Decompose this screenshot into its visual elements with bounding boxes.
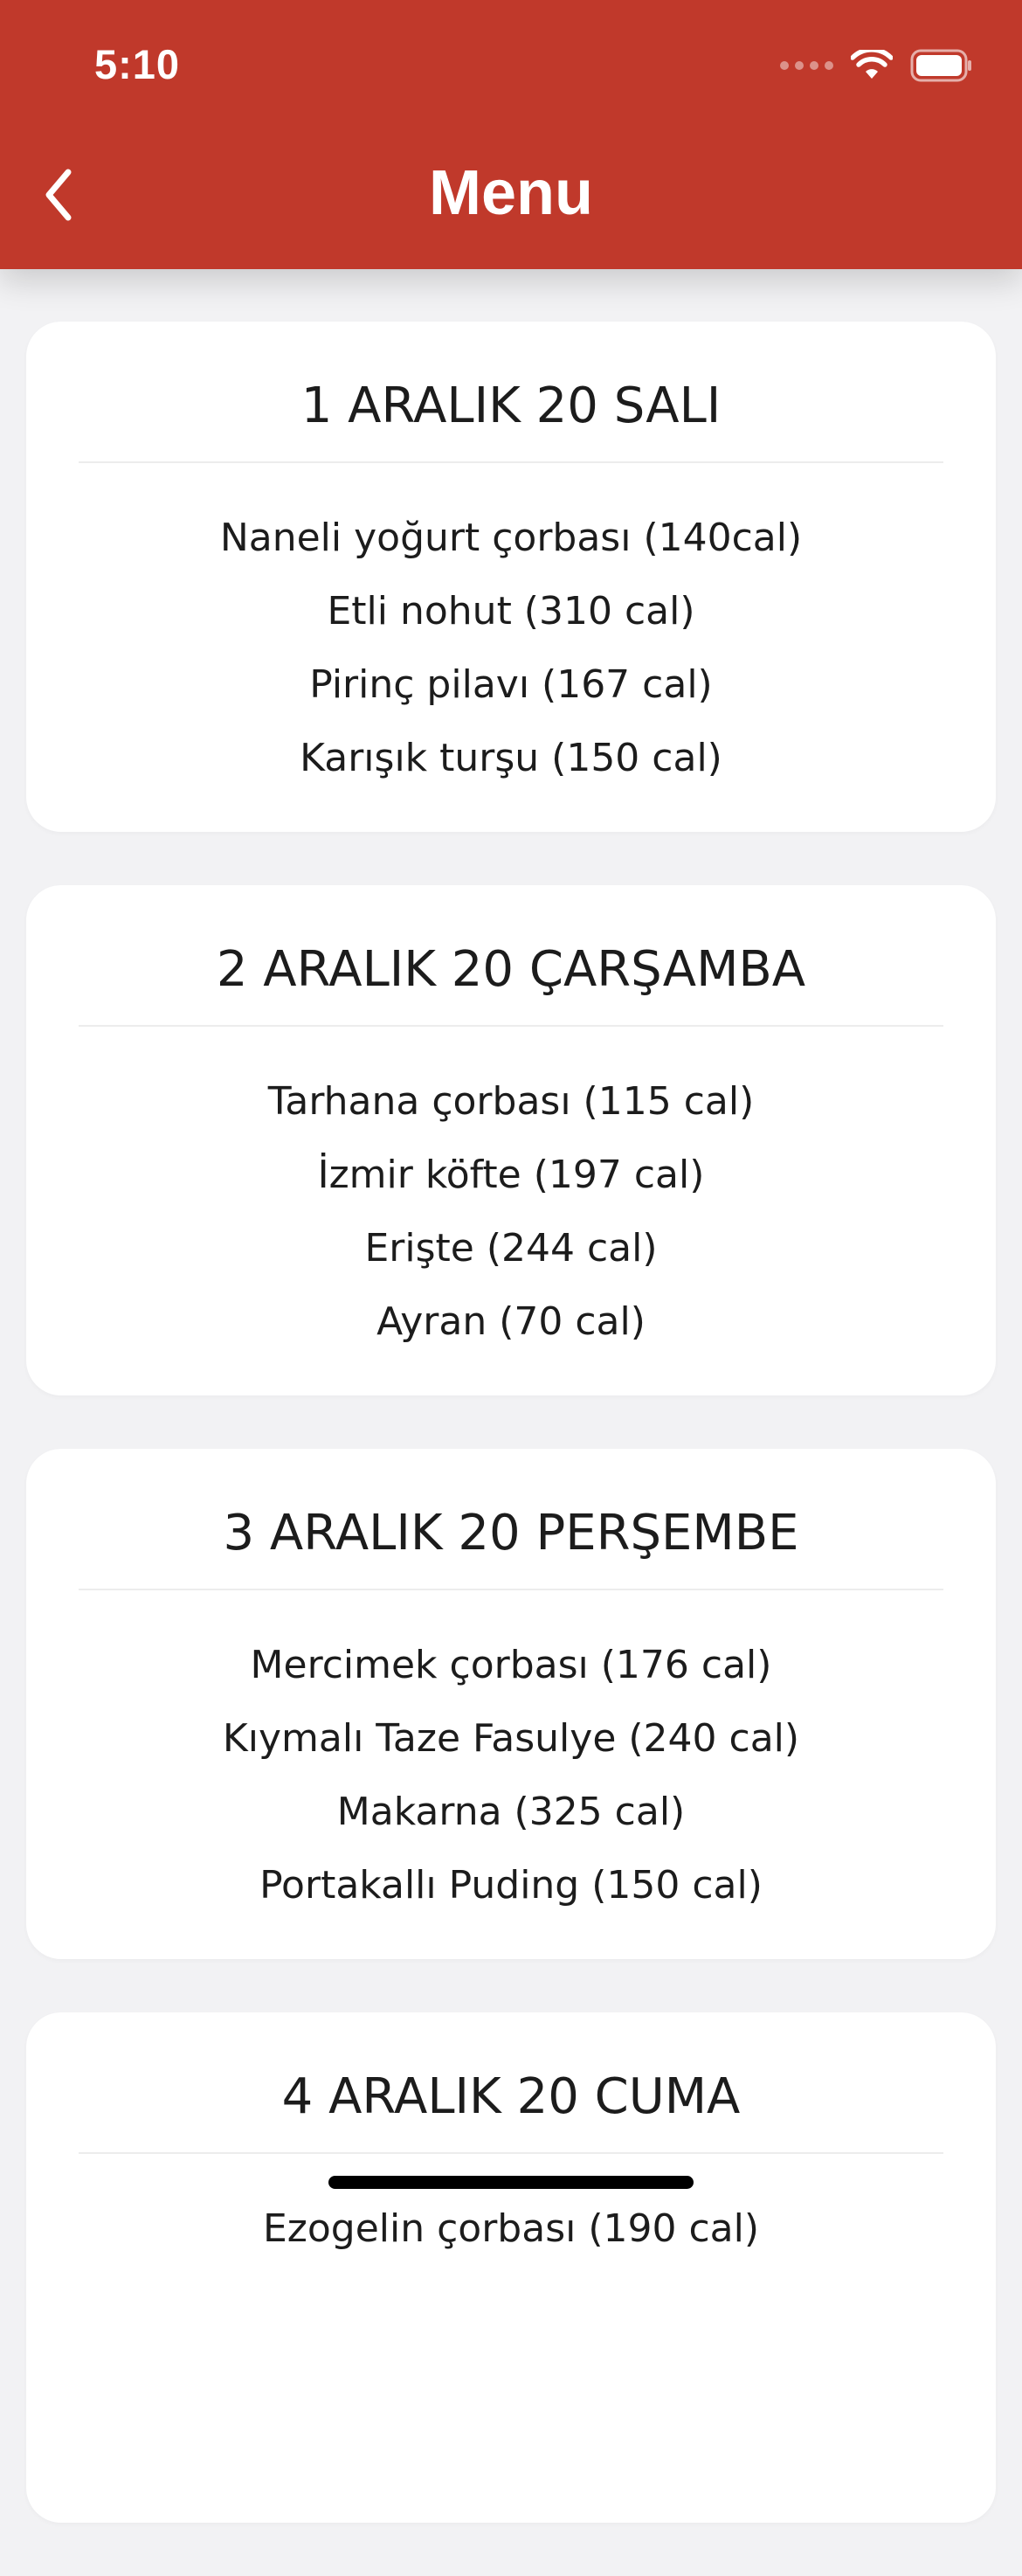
- menu-item: Portakallı Puding (150 cal): [259, 1863, 763, 1908]
- menu-day-card: 2 ARALIK 20 ÇARŞAMBA Tarhana çorbası (11…: [26, 885, 996, 1395]
- menu-item: Tarhana çorbası (115 cal): [267, 1079, 755, 1124]
- divider: [79, 2152, 943, 2154]
- page-title: Menu: [429, 158, 593, 228]
- divider: [79, 461, 943, 463]
- menu-item: Ezogelin çorbası (190 cal): [262, 2206, 760, 2251]
- menu-list[interactable]: 1 ARALIK 20 SALI Naneli yoğurt çorbası (…: [0, 322, 1022, 2576]
- menu-item: Makarna (325 cal): [336, 1790, 686, 1834]
- menu-item: Karışık turşu (150 cal): [300, 736, 722, 780]
- menu-day-date: 1 ARALIK 20 SALI: [300, 377, 722, 434]
- divider: [79, 1589, 943, 1590]
- divider: [79, 1025, 943, 1027]
- cellular-signal-icon: [780, 61, 833, 70]
- menu-day-card: 3 ARALIK 20 PERŞEMBE Mercimek çorbası (1…: [26, 1449, 996, 1959]
- menu-day-date: 3 ARALIK 20 PERŞEMBE: [223, 1505, 799, 1562]
- menu-item: Ayran (70 cal): [376, 1299, 646, 1344]
- menu-item: Erişte (244 cal): [364, 1226, 658, 1271]
- menu-day-date: 4 ARALIK 20 CUMA: [281, 2068, 741, 2125]
- menu-day-date: 2 ARALIK 20 ÇARŞAMBA: [216, 941, 806, 998]
- menu-item: Mercimek çorbası (176 cal): [250, 1643, 772, 1687]
- menu-day-card: 1 ARALIK 20 SALI Naneli yoğurt çorbası (…: [26, 322, 996, 832]
- status-icons: [780, 44, 973, 87]
- menu-day-card: 4 ARALIK 20 CUMA Ezogelin çorbası (190 c…: [26, 2012, 996, 2523]
- menu-item: Naneli yoğurt çorbası (140cal): [219, 516, 803, 560]
- menu-item: Etli nohut (310 cal): [327, 589, 695, 634]
- home-indicator[interactable]: [328, 2176, 694, 2189]
- wifi-icon: [851, 50, 893, 79]
- battery-icon: [910, 49, 971, 82]
- status-time: 5:10: [94, 41, 181, 87]
- menu-item: Pirinç pilavı (167 cal): [309, 662, 713, 707]
- menu-item: Kıymalı Taze Fasulye (240 cal): [222, 1716, 800, 1761]
- navigation-header: 5:10 Menu: [0, 0, 1022, 269]
- menu-item: İzmir köfte (197 cal): [317, 1153, 705, 1197]
